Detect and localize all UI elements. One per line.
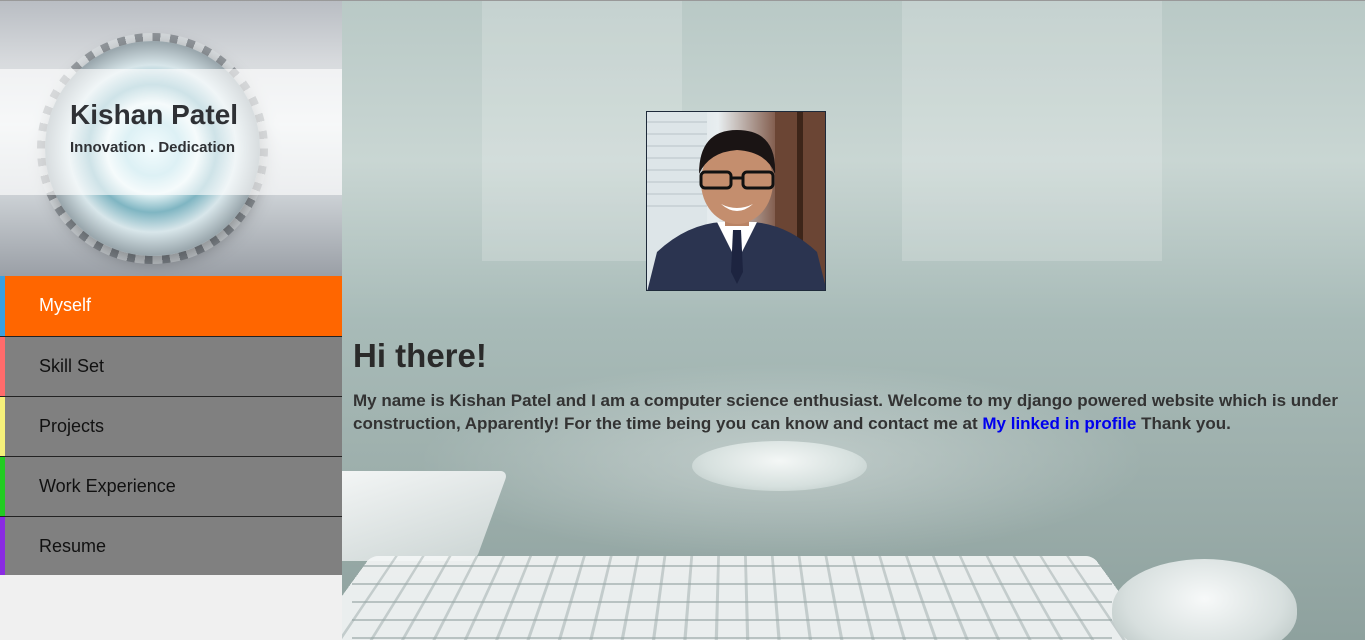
background-mouse — [1112, 559, 1297, 640]
banner-overlay — [0, 69, 342, 195]
nav-item-resume[interactable]: Resume — [0, 517, 342, 575]
header-banner: Kishan Patel Innovation . Dedication — [0, 1, 342, 276]
nav-accent-bar — [0, 337, 5, 396]
nav-item-work-experience[interactable]: Work Experience — [0, 457, 342, 517]
sidebar: Kishan Patel Innovation . Dedication Mys… — [0, 0, 342, 640]
nav-accent-bar — [0, 397, 5, 456]
greeting-heading: Hi there! — [353, 337, 487, 374]
intro-text-end: Thank you. — [1136, 414, 1231, 433]
intro-section: Hi there! My name is Kishan Patel and I … — [353, 337, 1353, 435]
intro-paragraph: My name is Kishan Patel and I am a compu… — [353, 389, 1353, 435]
nav-item-label: Projects — [39, 416, 105, 436]
nav-item-label: Skill Set — [39, 356, 105, 376]
background-bowl — [692, 441, 867, 491]
nav-item-label: Work Experience — [39, 476, 176, 496]
background-laptop — [342, 471, 509, 561]
background-keyboard-rows — [352, 549, 1112, 640]
nav-item-myself[interactable]: Myself — [0, 276, 342, 337]
background-window — [902, 1, 1162, 261]
profile-photo-illustration — [647, 112, 825, 290]
nav-accent-bar — [0, 276, 5, 336]
nav-item-label: Resume — [39, 536, 107, 556]
nav-item-label: Myself — [39, 295, 92, 315]
nav-accent-bar — [0, 517, 5, 575]
sidebar-nav: Myself Skill Set Projects Work Experienc… — [0, 276, 342, 575]
nav-item-skill-set[interactable]: Skill Set — [0, 337, 342, 397]
linkedin-profile-link[interactable]: My linked in profile — [982, 414, 1136, 433]
nav-item-projects[interactable]: Projects — [0, 397, 342, 457]
site-tagline: Innovation . Dedication — [70, 139, 236, 156]
main-content-area: Hi there! My name is Kishan Patel and I … — [342, 0, 1365, 640]
site-owner-name: Kishan Patel — [70, 99, 239, 130]
nav-accent-bar — [0, 457, 5, 516]
profile-photo — [646, 111, 826, 291]
